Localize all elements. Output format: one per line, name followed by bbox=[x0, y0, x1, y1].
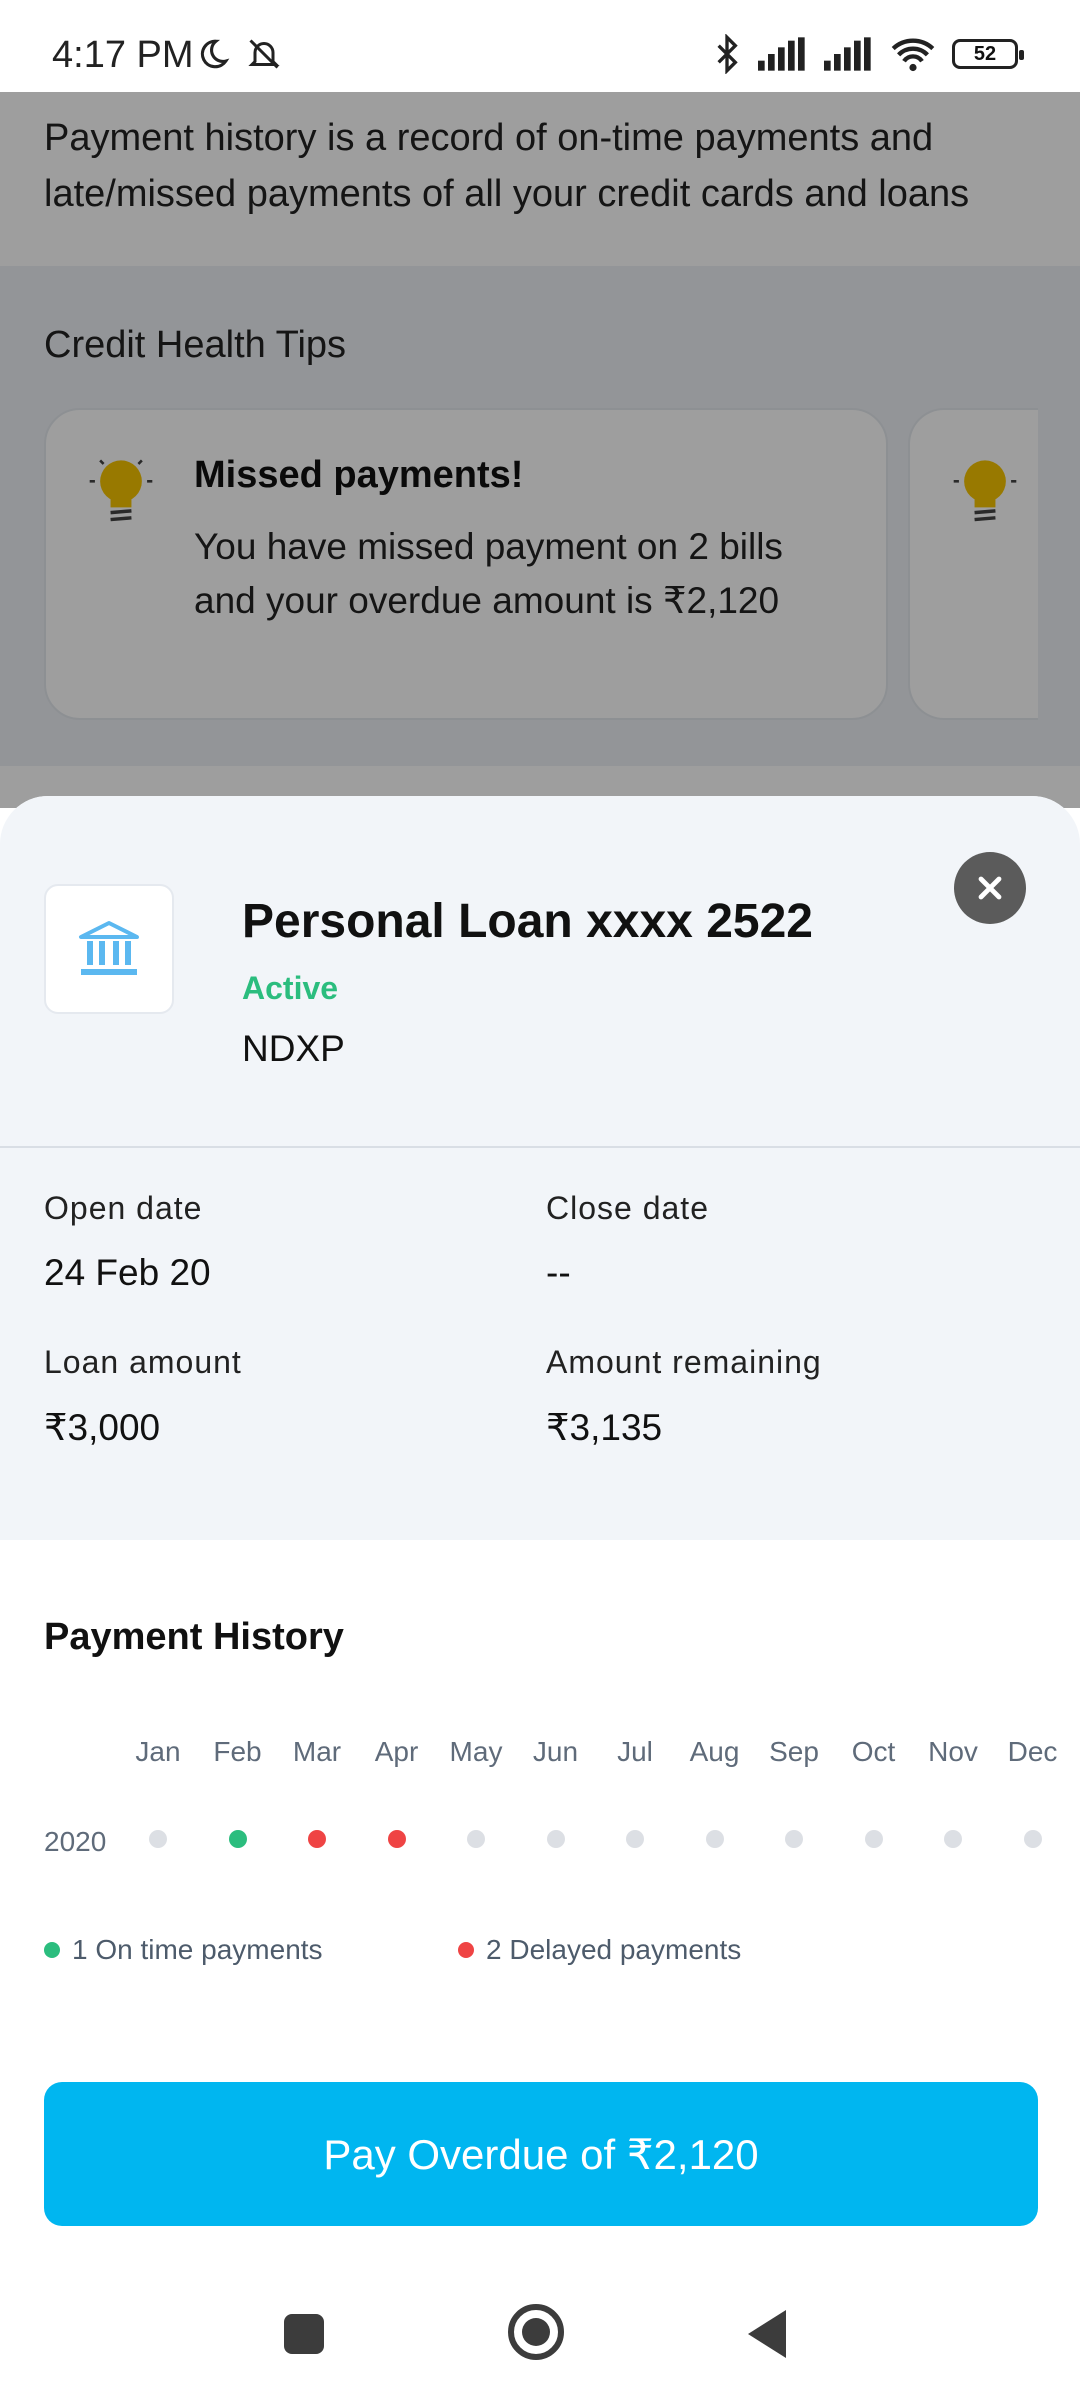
amount-remaining-label: Amount remaining bbox=[546, 1344, 822, 1380]
loan-title: Personal Loan xxxx 2522 bbox=[242, 895, 813, 948]
month-label-oct: Oct bbox=[851, 1736, 896, 1767]
battery-icon: 52 bbox=[952, 39, 1024, 69]
payment-dot-apr bbox=[387, 1830, 406, 1848]
month-label-aug: Aug bbox=[689, 1736, 740, 1767]
loan-amount-label: Loan amount bbox=[44, 1344, 242, 1380]
close-date-label: Close date bbox=[546, 1190, 709, 1226]
payment-dot-sep bbox=[785, 1830, 803, 1848]
payment-dot-aug bbox=[705, 1830, 724, 1848]
legend-delayed: 2 Delayed payments bbox=[458, 1934, 741, 1966]
loan-details: Open date 24 Feb 20 Close date -- Loan a… bbox=[0, 1148, 1080, 1540]
month-label-sep: Sep bbox=[769, 1736, 819, 1767]
month-label-may: May bbox=[449, 1736, 503, 1767]
close-icon bbox=[978, 876, 1002, 900]
loan-status: Active bbox=[242, 970, 339, 1006]
bank-icon bbox=[79, 921, 139, 975]
navigation-bar bbox=[0, 2276, 1080, 2400]
month-label-dec: Dec bbox=[1007, 1736, 1058, 1767]
close-date-value: -- bbox=[546, 1252, 571, 1293]
moon-icon bbox=[200, 39, 230, 69]
month-label-jun: Jun bbox=[532, 1736, 579, 1767]
month-label-jul: Jul bbox=[617, 1736, 653, 1767]
loan-details-sheet: Personal Loan xxxx 2522 Active NDXP Open… bbox=[0, 796, 1080, 2400]
payment-dot-jan bbox=[149, 1830, 167, 1848]
status-time: 4:17 PM bbox=[52, 34, 194, 76]
amount-remaining-value: ₹3,135 bbox=[546, 1407, 663, 1448]
month-label-nov: Nov bbox=[928, 1736, 978, 1767]
delayed-dot bbox=[458, 1942, 474, 1958]
legend-on-time-label: 1 On time payments bbox=[72, 1934, 323, 1965]
legend-delayed-label: 2 Delayed payments bbox=[486, 1934, 742, 1965]
legend-on-time: 1 On time payments bbox=[44, 1934, 323, 1966]
signal-icon bbox=[758, 37, 805, 71]
pay-overdue-button[interactable]: Pay Overdue of ₹2,120 bbox=[44, 2082, 1038, 2226]
month-label-jan: Jan bbox=[135, 1736, 181, 1767]
home-button[interactable] bbox=[508, 2304, 564, 2360]
payment-dot-mar bbox=[308, 1830, 326, 1848]
muted-bell-icon bbox=[248, 39, 280, 69]
payment-dot-dec bbox=[1023, 1830, 1042, 1848]
close-button[interactable] bbox=[954, 852, 1026, 924]
payment-dot-oct bbox=[864, 1830, 883, 1848]
month-labels: Jan Feb Mar Apr May Jun Jul Aug Sep Oct Nov Dec bbox=[130, 1736, 1057, 1776]
month-label-apr: Apr bbox=[374, 1736, 419, 1767]
wifi-icon bbox=[891, 38, 935, 72]
bank-logo bbox=[44, 884, 174, 1014]
recents-button[interactable] bbox=[284, 2314, 324, 2354]
month-label-feb: Feb bbox=[213, 1736, 262, 1767]
loan-lender: NDXP bbox=[242, 1028, 345, 1069]
month-label-mar: Mar bbox=[292, 1736, 342, 1767]
payment-dot-feb bbox=[228, 1830, 247, 1848]
year-label: 2020 bbox=[44, 1826, 107, 1857]
open-date-label: Open date bbox=[44, 1190, 203, 1226]
open-date-value: 24 Feb 20 bbox=[44, 1252, 211, 1293]
payment-dot-jul bbox=[626, 1830, 644, 1848]
status-bar: 4:17 PM 52 bbox=[0, 0, 1080, 92]
payment-history-title: Payment History bbox=[44, 1616, 344, 1658]
payment-dot-nov bbox=[944, 1830, 962, 1848]
payment-dot-may bbox=[467, 1830, 485, 1848]
back-button[interactable] bbox=[748, 2310, 786, 2358]
loan-amount-value: ₹3,000 bbox=[44, 1407, 161, 1448]
on-time-dot bbox=[44, 1942, 60, 1958]
bluetooth-icon bbox=[717, 34, 738, 74]
dim-overlay[interactable] bbox=[0, 92, 1080, 808]
payment-dot-jun bbox=[546, 1830, 565, 1848]
signal-icon-2 bbox=[824, 37, 871, 71]
